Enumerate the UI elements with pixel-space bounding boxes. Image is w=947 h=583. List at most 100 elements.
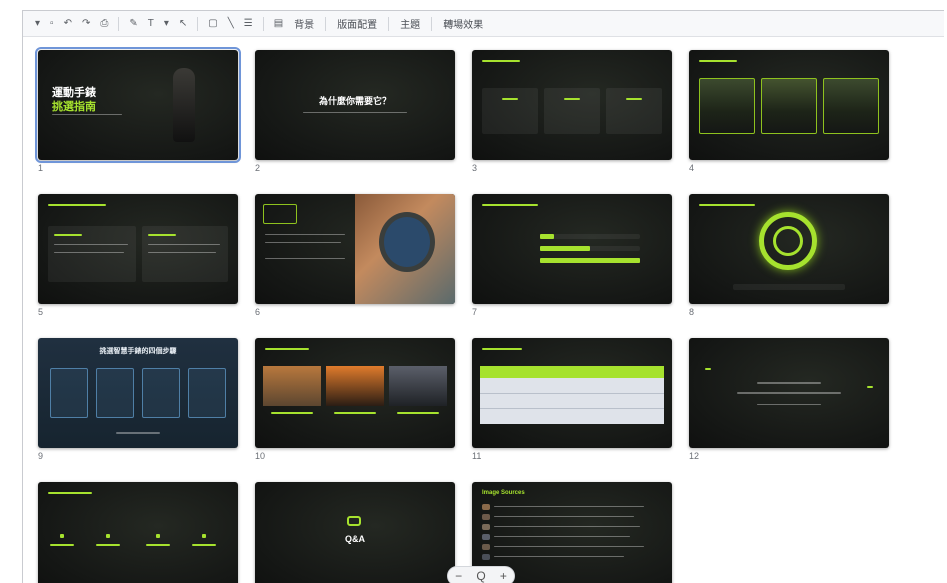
source-thumb [482, 504, 490, 510]
text-line [52, 114, 122, 115]
print-icon[interactable]: ⎙ [98, 16, 110, 32]
shape-icon[interactable]: ▢ [206, 16, 219, 32]
slide-number: 8 [689, 307, 695, 317]
slide-thumbnail[interactable]: Q&A [255, 482, 455, 583]
source-thumb [482, 554, 490, 560]
text-line [265, 242, 341, 243]
slide-cell-9: 挑選智慧手錶的四個步驟 9 [38, 338, 238, 462]
step-dot [106, 534, 110, 538]
card-title [148, 234, 176, 236]
text-line [54, 252, 124, 253]
table-row-divider [480, 408, 664, 409]
bar-fill [540, 246, 590, 251]
card-icon [502, 98, 518, 100]
title-bar [482, 348, 522, 350]
image-card [823, 78, 879, 134]
select-tool-icon[interactable]: ▫ [48, 16, 56, 32]
slide-number: 10 [255, 451, 266, 461]
zoom-in-button[interactable]: + [500, 569, 507, 583]
caption-bar [733, 284, 845, 290]
slide-cell-1: 運動手錶 挑選指南 1 [35, 47, 241, 174]
comment-icon[interactable]: ☰ [242, 16, 255, 32]
caption [334, 412, 376, 414]
step-dot [202, 534, 206, 538]
slide-thumbnail[interactable]: 挑選智慧手錶的四個步驟 [38, 338, 238, 448]
line-icon[interactable]: ╲ [226, 16, 236, 32]
slide-thumbnail[interactable] [38, 482, 238, 583]
slide-thumbnail[interactable] [472, 338, 672, 448]
slide-number: 5 [38, 307, 44, 317]
image-card [761, 78, 817, 134]
table-header [480, 366, 664, 378]
step-card [50, 368, 88, 418]
slide-thumbnail[interactable] [38, 194, 238, 304]
layout-icon[interactable]: ▤ [272, 16, 285, 32]
cursor-icon[interactable]: ↖ [177, 16, 189, 32]
pointer-tool-icon[interactable]: ▾ [33, 16, 42, 32]
slide-number: 1 [38, 163, 44, 173]
card [482, 88, 538, 134]
watch-face [379, 212, 435, 272]
toolbar-menu-button[interactable]: 版面配置 [334, 16, 380, 31]
text-line [303, 112, 407, 113]
title-bar [48, 492, 92, 494]
slide-number: 11 [472, 451, 482, 461]
card [606, 88, 662, 134]
athlete-image [173, 68, 195, 142]
slide-thumbnail[interactable] [472, 194, 672, 304]
slide-cell-2: 為什麼你需要它？ 2 [255, 50, 455, 174]
step-card [96, 368, 134, 418]
card [544, 88, 600, 134]
source-thumb [482, 514, 490, 520]
redo-icon[interactable]: ↷ [80, 16, 92, 32]
text-tool-icon[interactable]: T [146, 16, 156, 32]
slide-cell-5: 5 [38, 194, 238, 318]
slide-thumbnail[interactable] [255, 338, 455, 448]
toolbar-separator [431, 16, 433, 31]
source-line [494, 546, 644, 547]
slide-thumbnail[interactable] [689, 338, 889, 448]
source-thumb [482, 524, 490, 530]
photo-card [326, 366, 384, 406]
font-dropdown-icon[interactable]: ▾ [162, 16, 171, 32]
zoom-control: − Q + [447, 566, 515, 583]
slide-cell-14: Q&A [255, 482, 455, 583]
title-box [263, 204, 297, 224]
slide-thumbnail[interactable]: 為什麼你需要它？ [255, 50, 455, 160]
image-card [699, 78, 755, 134]
toolbar-menu-button[interactable]: 轉場效果 [440, 16, 486, 31]
chat-icon [347, 516, 361, 526]
slide-sorter-window: ▾ ▫ ↶ ↷ ⎙ ✎ T ▾ ↖ ▢ ╲ ☰ ▤ 背景 版面配置 主題 轉場效果 運動手錶 挑選指南 1 為什… [22, 10, 944, 583]
source-line [494, 536, 630, 537]
zoom-out-button[interactable]: − [455, 569, 462, 583]
slide-thumbnail[interactable] [689, 50, 889, 160]
zoom-search-icon[interactable]: Q [476, 569, 485, 583]
source-thumb [482, 544, 490, 550]
toolbar-menu-button[interactable]: 背景 [291, 16, 317, 31]
slide-cell-7: 7 [472, 194, 672, 318]
slide-cell-11: 11 [472, 338, 672, 462]
slide-cell-6: 6 [255, 194, 455, 318]
toolbar: ▾ ▫ ↶ ↷ ⎙ ✎ T ▾ ↖ ▢ ╲ ☰ ▤ 背景 版面配置 主題 轉場效果 [23, 11, 944, 37]
slide-number: 7 [472, 307, 478, 317]
format-painter-icon[interactable]: ✎ [127, 16, 139, 32]
slide-heading: Q&A [345, 534, 365, 544]
title-bar [699, 204, 755, 206]
slide-cell-12: 12 [689, 338, 889, 462]
undo-icon[interactable]: ↶ [62, 16, 74, 32]
title-bar [699, 60, 737, 62]
table-body [480, 378, 664, 424]
slide-cell-3: 3 [472, 50, 672, 174]
photo-card [263, 366, 321, 406]
photo-card [389, 366, 447, 406]
slide-cell-8: 8 [689, 194, 889, 318]
card-icon [626, 98, 642, 100]
bar-fill [540, 258, 640, 263]
slide-thumbnail[interactable] [472, 50, 672, 160]
text-line [757, 382, 821, 384]
caption [397, 412, 439, 414]
slide-thumbnail[interactable]: 運動手錶 挑選指南 [35, 47, 241, 163]
toolbar-menu-button[interactable]: 主題 [397, 16, 423, 31]
slide-thumbnail[interactable] [255, 194, 455, 304]
slide-thumbnail[interactable] [689, 194, 889, 304]
